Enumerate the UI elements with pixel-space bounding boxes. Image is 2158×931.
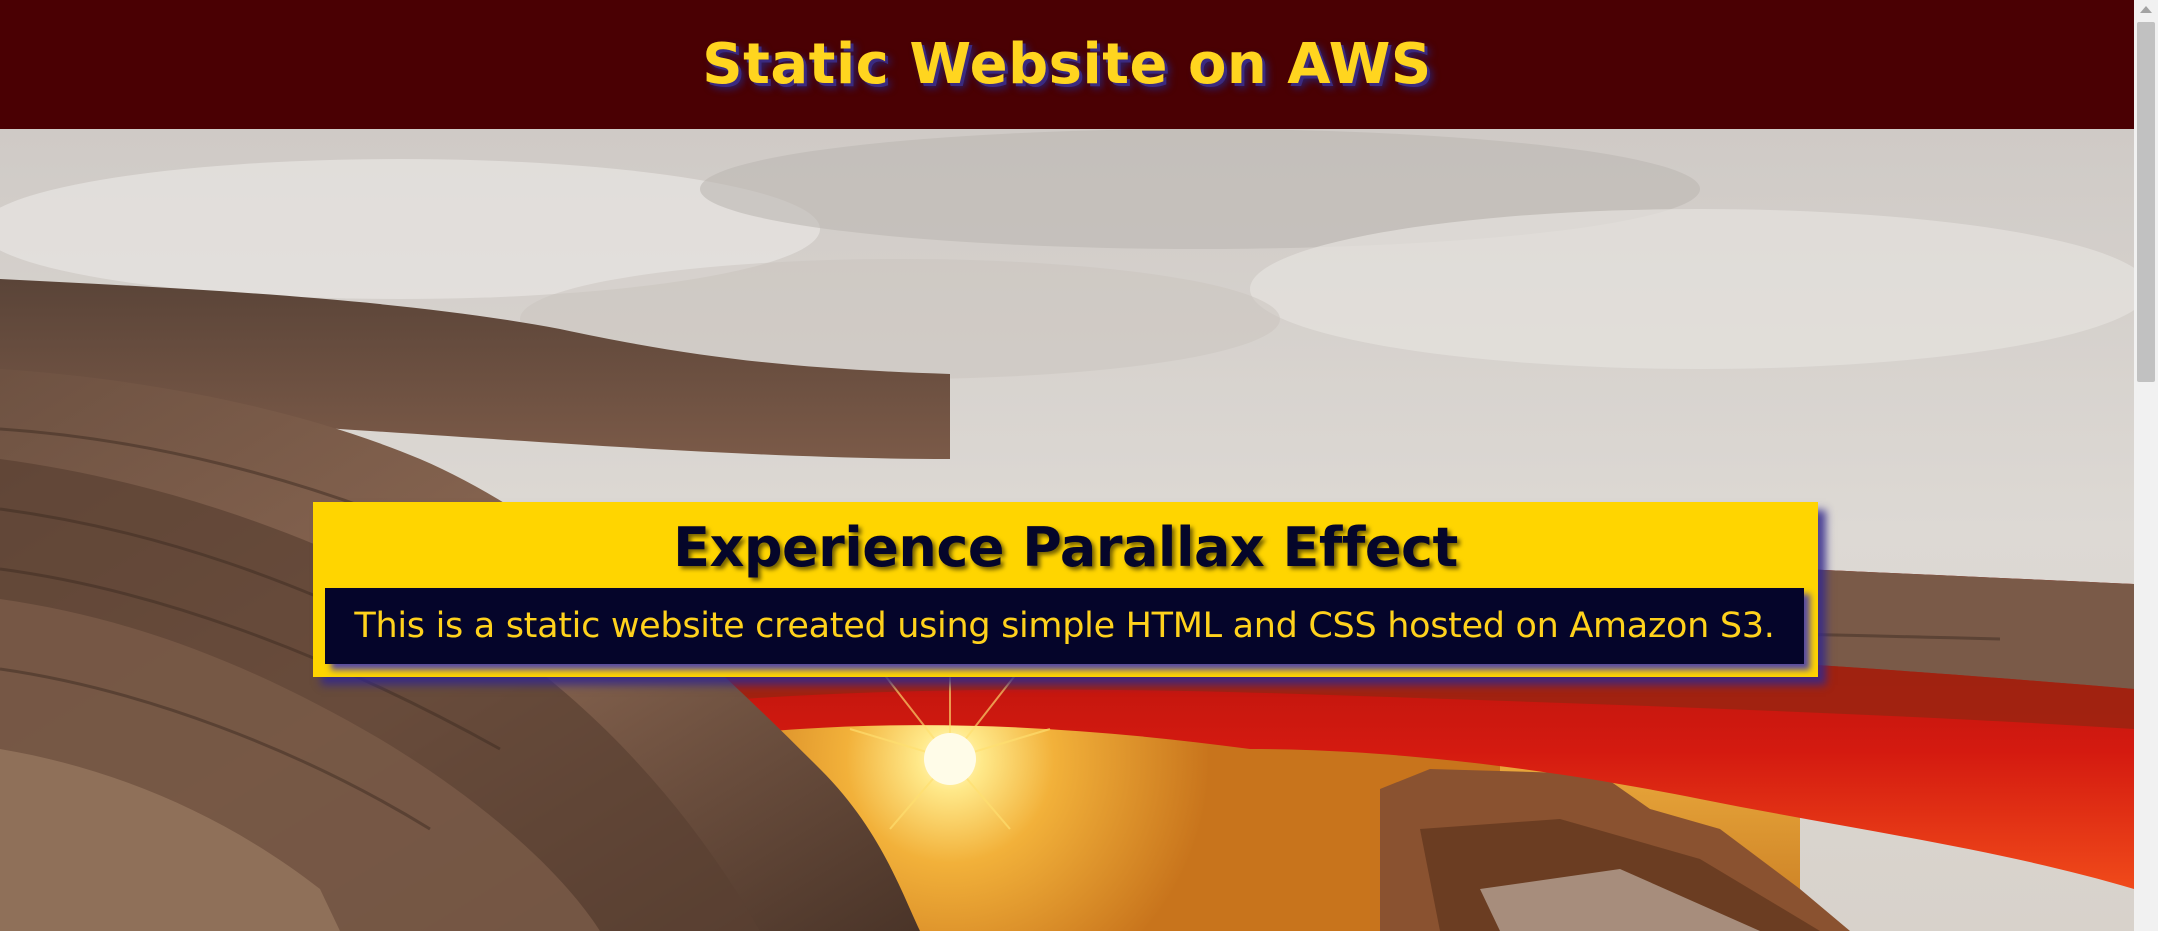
hero-heading: Experience Parallax Effect	[673, 516, 1458, 579]
site-header: Static Website on AWS	[0, 0, 2134, 129]
page: Static Website on AWS Experience Paralla…	[0, 0, 2158, 931]
scrollbar-thumb[interactable]	[2137, 22, 2155, 382]
vertical-scrollbar[interactable]	[2134, 0, 2158, 931]
hero-tagline-box: This is a static website created using s…	[325, 588, 1804, 664]
scroll-up-arrow-icon[interactable]	[2140, 6, 2152, 13]
site-title: Static Website on AWS	[702, 32, 1432, 97]
hero-description: This is a static website created using s…	[354, 606, 1775, 646]
hero-card: Experience Parallax Effect This is a sta…	[313, 502, 1818, 677]
hero-section: Experience Parallax Effect This is a sta…	[0, 129, 2134, 931]
